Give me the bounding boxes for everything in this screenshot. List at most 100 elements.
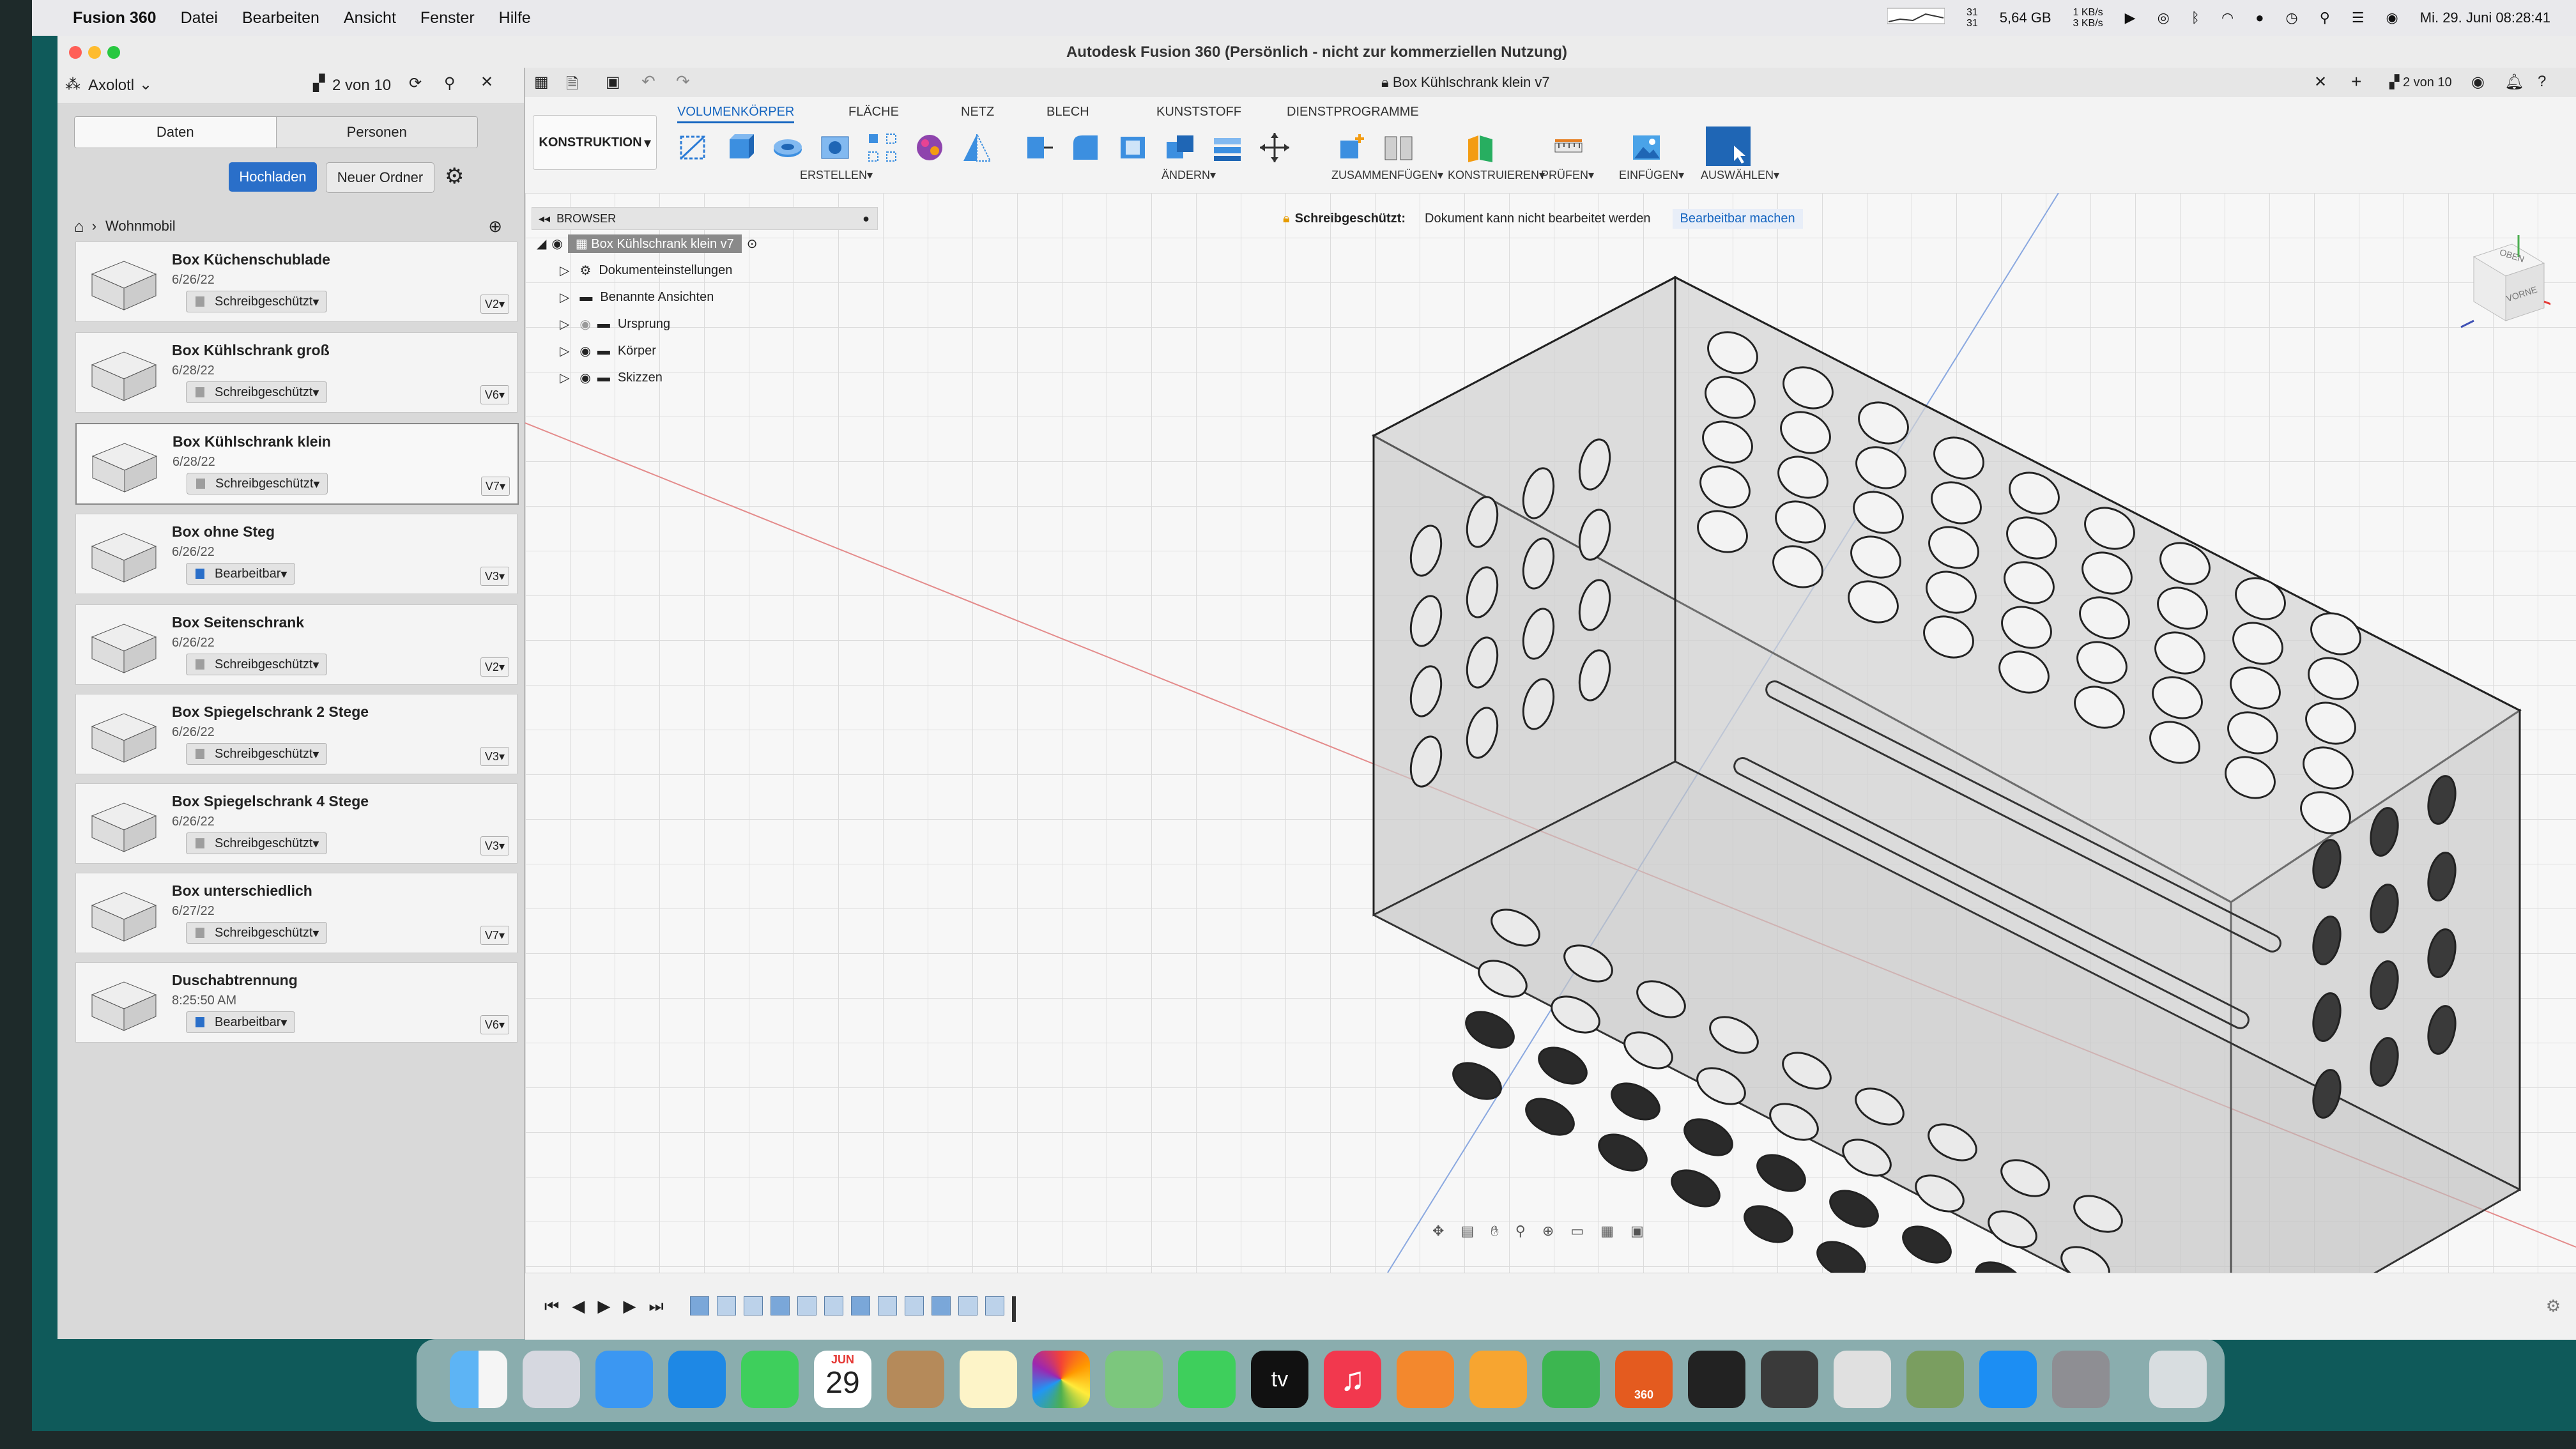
trash-icon[interactable] <box>2149 1351 2207 1408</box>
file-name[interactable]: Box Seitenschrank <box>172 614 304 631</box>
music-icon[interactable]: ♫ <box>1324 1351 1381 1408</box>
extrude-icon[interactable] <box>723 130 758 165</box>
file-status-dropdown[interactable]: Schreibgeschützt ▾ <box>186 291 328 312</box>
file-card[interactable]: Box Kühlschrank groß 6/28/22 Schreibgeschü… <box>75 332 518 413</box>
new-tab-icon[interactable]: + <box>2351 72 2361 92</box>
affinity-icon[interactable] <box>1688 1351 1745 1408</box>
redo-icon[interactable]: ↷ <box>676 72 690 91</box>
play-icon[interactable]: ▶ <box>597 1296 610 1317</box>
siri-icon[interactable]: ◉ <box>2386 10 2398 26</box>
menu-clock[interactable]: Mi. 29. Juni 08:28:41 <box>2420 10 2550 26</box>
mirror-icon[interactable] <box>960 130 994 165</box>
tab-personen[interactable]: Personen <box>276 117 477 148</box>
network-stat[interactable]: 1 KB/s 3 KB/s <box>2073 7 2103 29</box>
mail-icon[interactable] <box>595 1351 653 1408</box>
spotlight-icon[interactable]: ⚲ <box>2320 10 2330 26</box>
fit-icon[interactable]: ⊕ <box>1542 1223 1554 1246</box>
menu-ansicht[interactable]: Ansicht <box>344 9 396 27</box>
eye-hidden-icon[interactable]: ◉ <box>579 316 590 332</box>
tab-blech[interactable]: BLECH <box>1046 105 1089 119</box>
tab-flaeche[interactable]: FLÄCHE <box>848 105 899 119</box>
file-card[interactable]: Box Kühlschrank klein 6/28/22 Schreibgesch… <box>75 423 519 505</box>
display-settings-icon[interactable]: ▭ <box>1570 1223 1584 1246</box>
skye-icon[interactable] <box>1906 1351 1964 1408</box>
version-dropdown[interactable]: V2 ▾ <box>480 295 509 314</box>
system-settings-icon[interactable] <box>2052 1351 2110 1408</box>
safari-icon[interactable] <box>668 1351 726 1408</box>
search-icon[interactable]: ⚲ <box>444 74 456 93</box>
grid-settings-icon[interactable]: ▦ <box>1600 1223 1614 1246</box>
screenshot-icon[interactable] <box>1834 1351 1891 1408</box>
breadcrumb-folder[interactable]: Wohnmobil <box>105 218 176 234</box>
books-icon[interactable] <box>1397 1351 1454 1408</box>
chevron-down-icon[interactable]: ⌄ <box>139 75 152 94</box>
refresh-icon[interactable]: ⟳ <box>409 74 422 93</box>
version-dropdown[interactable]: V6 ▾ <box>480 1015 509 1034</box>
browser-root-node[interactable]: ◢ ◉ ▦ Box Kühlschrank klein v7 ⊙ <box>537 233 758 254</box>
group-einfuegen[interactable]: EINFÜGEN▾ <box>1619 169 1684 182</box>
box-model[interactable] <box>1371 275 2522 1273</box>
group-konstruieren[interactable]: KONSTRUIEREN▾ <box>1448 169 1545 182</box>
group-pruefen[interactable]: PRÜFEN▾ <box>1541 169 1594 182</box>
pages-icon[interactable] <box>1469 1351 1527 1408</box>
joint-icon[interactable] <box>1381 130 1416 165</box>
team-icon[interactable]: ⁂ <box>65 75 80 94</box>
move-icon[interactable] <box>1257 130 1292 165</box>
pattern-icon[interactable] <box>865 130 900 165</box>
launchpad-icon[interactable] <box>523 1351 580 1408</box>
contacts-icon[interactable] <box>887 1351 944 1408</box>
step-back-icon[interactable]: ◀ <box>572 1296 585 1317</box>
revolve-icon[interactable] <box>770 130 805 165</box>
file-name[interactable]: Box unterschiedlich <box>172 882 312 900</box>
step-forward-icon[interactable]: ▶ <box>623 1296 636 1317</box>
wifi-icon[interactable]: ◠ <box>2221 10 2234 26</box>
version-dropdown[interactable]: V3 ▾ <box>480 567 509 586</box>
notifications-icon[interactable]: 🔔︎ <box>2504 73 2524 91</box>
calculator-icon[interactable] <box>1761 1351 1818 1408</box>
timeline-settings-gear-icon[interactable]: ⚙ <box>2546 1296 2561 1316</box>
timeline-feature-icon[interactable] <box>931 1296 951 1315</box>
group-erstellen[interactable]: ERSTELLEN▾ <box>800 169 873 182</box>
project-name[interactable]: Axolotl <box>88 77 134 95</box>
user-icon[interactable]: ● <box>2255 10 2264 26</box>
fillet-icon[interactable] <box>1068 130 1103 165</box>
close-icon[interactable]: ✕ <box>480 73 493 91</box>
memory-stat[interactable]: 5,64 GB <box>2000 10 2051 26</box>
new-folder-icon[interactable]: ⊕ <box>488 217 502 236</box>
collapse-icon[interactable]: ◂◂ <box>539 212 550 226</box>
notes-icon[interactable] <box>960 1351 1017 1408</box>
active-radio-icon[interactable]: ⊙ <box>747 236 758 252</box>
timeline-feature-icon[interactable] <box>985 1296 1004 1315</box>
expand-arrow-icon[interactable]: ▷ <box>560 263 569 279</box>
construct-plane-icon[interactable] <box>1463 130 1498 165</box>
file-card[interactable]: Box ohne Steg 6/26/22 Bearbeitbar ▾ V3 ▾ <box>75 514 518 594</box>
file-name[interactable]: Box Kühlschrank groß <box>172 342 330 359</box>
close-tab-icon[interactable]: ✕ <box>2314 73 2327 91</box>
apple-tv-icon[interactable]: tv <box>1251 1351 1308 1408</box>
browser-node[interactable]: ▷ ◉ ▬ Skizzen <box>560 367 663 388</box>
fusion-360-icon[interactable]: 360 <box>1615 1351 1673 1408</box>
calendar-icon[interactable]: JUN 29 <box>814 1351 871 1408</box>
select-icon[interactable] <box>1706 126 1751 166</box>
insert-image-icon[interactable] <box>1629 130 1664 165</box>
settings-gear-icon[interactable]: ⚙ <box>445 164 464 189</box>
file-status-dropdown[interactable]: Bearbeitbar ▾ <box>186 1011 296 1033</box>
photos-icon[interactable] <box>1032 1351 1090 1408</box>
eye-icon[interactable]: ◉ <box>579 370 590 386</box>
expand-arrow-icon[interactable]: ▷ <box>560 289 569 305</box>
view-cube[interactable]: OBEN VORNE <box>2448 231 2555 334</box>
version-dropdown[interactable]: V7 ▾ <box>480 926 509 945</box>
facetime-icon[interactable] <box>1178 1351 1236 1408</box>
tab-volumenkoerper[interactable]: VOLUMENKÖRPER <box>677 105 795 123</box>
job-counter[interactable]: 2 von 10 <box>332 77 391 95</box>
file-name[interactable]: Box Spiegelschrank 2 Stege <box>172 703 369 721</box>
extensions-icon[interactable]: ◉ <box>2471 73 2485 91</box>
pin-icon[interactable]: ● <box>862 212 870 226</box>
group-aendern[interactable]: ÄNDERN▾ <box>1162 169 1216 182</box>
group-zusammenfuegen[interactable]: ZUSAMMENFÜGEN▾ <box>1331 169 1443 182</box>
version-dropdown[interactable]: V7 ▾ <box>480 477 510 496</box>
zoom-icon[interactable]: ⚲ <box>1515 1223 1526 1246</box>
go-to-start-icon[interactable]: ⏮ <box>544 1296 559 1317</box>
timeline-feature-icon[interactable] <box>958 1296 977 1315</box>
file-name[interactable]: Box Küchenschublade <box>172 251 330 268</box>
